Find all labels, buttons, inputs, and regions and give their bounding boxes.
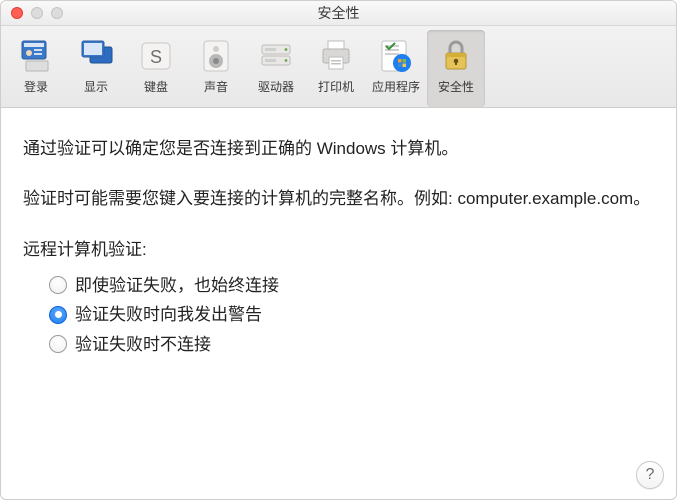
toolbar-label-drives: 驱动器 [258,78,294,95]
security-description-2: 验证时可能需要您键入要连接的计算机的完整名称。例如: computer.exam… [23,186,654,212]
toolbar-label-apps: 应用程序 [372,78,420,95]
toolbar-item-drives[interactable]: 驱动器 [247,30,305,107]
radio-option-never-connect[interactable]: 验证失败时不连接 [49,332,654,358]
radio-option-always-connect[interactable]: 即使验证失败，也始终连接 [49,273,654,299]
help-button[interactable]: ? [636,461,664,489]
radio-selected-dot-icon [55,311,62,318]
toolbar-item-login[interactable]: 登录 [7,30,65,107]
window-title: 安全性 [1,3,676,23]
titlebar: 安全性 [1,1,676,26]
radio-option-warn[interactable]: 验证失败时向我发出警告 [49,302,654,328]
toolbar-item-apps[interactable]: 应用程序 [367,30,425,107]
radio-button-icon [49,276,67,294]
toolbar-label-login: 登录 [24,78,48,95]
remote-auth-label: 远程计算机验证: [23,237,654,263]
security-pane: 通过验证可以确定您是否连接到正确的 Windows 计算机。 验证时可能需要您键… [1,108,676,371]
radio-label-always: 即使验证失败，也始终连接 [75,273,279,299]
security-description-1: 通过验证可以确定您是否连接到正确的 Windows 计算机。 [23,136,654,162]
radio-label-never: 验证失败时不连接 [75,332,211,358]
toolbar-label-security: 安全性 [438,78,474,95]
toolbar-label-printers: 打印机 [318,78,354,95]
radio-label-warn: 验证失败时向我发出警告 [75,302,262,328]
toolbar-item-security[interactable]: 安全性 [427,30,485,107]
apps-icon [375,34,417,76]
security-icon [435,34,477,76]
login-icon [15,34,57,76]
sound-icon [195,34,237,76]
toolbar-item-printers[interactable]: 打印机 [307,30,365,107]
display-icon [75,34,117,76]
radio-button-icon [49,306,67,324]
radio-button-icon [49,335,67,353]
printers-icon [315,34,357,76]
drives-icon [255,34,297,76]
close-window-button[interactable] [11,7,23,19]
remote-auth-radio-group: 即使验证失败，也始终连接 验证失败时向我发出警告 验证失败时不连接 [23,273,654,358]
preferences-toolbar: 登录 显示 S 键盘 [1,26,676,108]
toolbar-item-keyboard[interactable]: S 键盘 [127,30,185,107]
toolbar-item-sound[interactable]: 声音 [187,30,245,107]
toolbar-label-sound: 声音 [204,78,228,95]
toolbar-label-keyboard: 键盘 [144,78,168,95]
keyboard-icon: S [135,34,177,76]
toolbar-label-display: 显示 [84,78,108,95]
minimize-window-button[interactable] [31,7,43,19]
svg-text:S: S [150,47,162,67]
toolbar-item-display[interactable]: 显示 [67,30,125,107]
help-icon: ? [646,466,655,484]
zoom-window-button[interactable] [51,7,63,19]
window-controls [1,7,63,19]
preferences-window: 安全性 登录 [0,0,677,500]
